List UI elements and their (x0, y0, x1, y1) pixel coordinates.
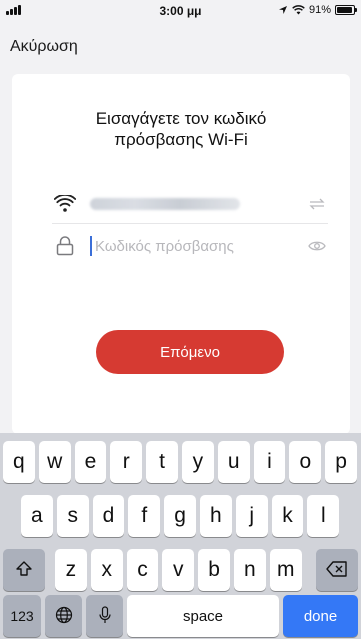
shift-icon (15, 560, 33, 581)
page-title: Εισαγάγετε τον κωδικό πρόσβασης Wi-Fi (12, 108, 350, 150)
microphone-key[interactable] (86, 595, 123, 637)
key-o[interactable]: o (289, 441, 322, 483)
key-i[interactable]: i (253, 441, 286, 483)
wifi-network-row[interactable] (52, 184, 328, 224)
key-q[interactable]: q (3, 441, 35, 483)
keyboard-row-1: qwertyuiop (0, 441, 361, 483)
key-f[interactable]: f (128, 495, 161, 537)
show-password-icon[interactable] (306, 240, 328, 252)
key-h[interactable]: h (200, 495, 232, 537)
key-j[interactable]: j (235, 495, 268, 537)
numbers-key[interactable]: 123 (3, 595, 41, 637)
wifi-ssid-blurred (90, 197, 306, 210)
keyboard-row-2: asdfghjkl (0, 495, 361, 537)
key-s[interactable]: s (56, 495, 89, 537)
key-b[interactable]: b (198, 549, 230, 591)
key-r[interactable]: r (110, 441, 143, 483)
key-a[interactable]: a (21, 495, 53, 537)
key-y[interactable]: y (182, 441, 214, 483)
key-t[interactable]: t (146, 441, 178, 483)
key-x[interactable]: x (90, 549, 123, 591)
battery-fill (337, 7, 352, 13)
space-key[interactable]: space (127, 595, 279, 637)
shift-key[interactable] (3, 549, 45, 591)
key-p[interactable]: p (325, 441, 357, 483)
keyboard-row-4: 123 space done (0, 595, 361, 637)
title-line-1: Εισαγάγετε τον κωδικό (95, 109, 267, 128)
switch-network-icon[interactable] (306, 198, 328, 210)
key-d[interactable]: d (92, 495, 125, 537)
globe-icon (55, 606, 73, 627)
key-e[interactable]: e (74, 441, 107, 483)
cancel-button[interactable]: Ακύρωση (10, 38, 78, 56)
key-w[interactable]: w (38, 441, 71, 483)
done-key[interactable]: done (283, 595, 358, 637)
battery-icon (335, 5, 357, 15)
wifi-password-card: Εισαγάγετε τον κωδικό πρόσβασης Wi-Fi Επ… (12, 74, 350, 434)
keyboard-row-3: zxcvbnm (0, 549, 361, 591)
wifi-icon (52, 192, 78, 216)
password-input[interactable] (90, 236, 306, 256)
key-l[interactable]: l (307, 495, 340, 537)
status-bar: 3:00 μμ 91% (0, 0, 361, 20)
status-time: 3:00 μμ (159, 4, 202, 18)
key-m[interactable]: m (269, 549, 302, 591)
key-v[interactable]: v (162, 549, 195, 591)
password-row[interactable] (52, 226, 328, 266)
ssid-redaction (90, 197, 240, 210)
key-g[interactable]: g (164, 495, 196, 537)
key-c[interactable]: c (126, 549, 159, 591)
lock-icon (52, 234, 78, 258)
key-z[interactable]: z (55, 549, 87, 591)
key-n[interactable]: n (234, 549, 266, 591)
key-u[interactable]: u (217, 441, 250, 483)
title-line-2: πρόσβασης Wi-Fi (114, 130, 248, 149)
backspace-key[interactable] (316, 549, 358, 591)
microphone-icon (98, 605, 112, 627)
keyboard: qwertyuiop asdfghjkl zxcvbnm 123 space d… (0, 433, 361, 639)
globe-key[interactable] (45, 595, 82, 637)
key-k[interactable]: k (271, 495, 304, 537)
next-button[interactable]: Επόμενο (96, 330, 284, 374)
backspace-icon (326, 560, 348, 580)
